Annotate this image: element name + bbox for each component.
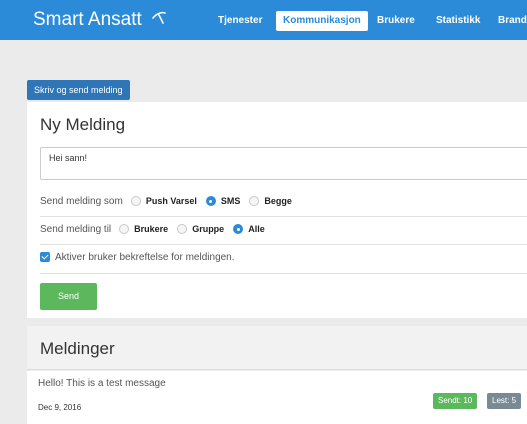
radio-circle-icon [177,224,188,234]
send-as-label: Send melding som [40,195,123,207]
radio-circle-icon [249,196,260,206]
divider [40,244,527,245]
send-to-row: Send melding til Brukere Gruppe Alle [40,221,274,237]
brand[interactable]: Smart Ansatt [33,9,167,31]
sent-count-badge: Sendt: 10 [433,393,478,409]
confirm-label: Aktiver bruker bekreftelse for meldingen… [55,251,235,263]
radio-gruppe[interactable]: Gruppe [177,224,224,234]
radio-circle-checked-icon [233,224,244,234]
nav-brukere[interactable]: Brukere [377,11,415,31]
nav-brandi[interactable]: Brandi [498,11,527,31]
send-to-label: Send melding til [40,223,112,235]
read-count-badge: Lest: 5 [487,393,522,409]
radio-label: Alle [248,224,265,234]
radio-circle-checked-icon [205,196,216,206]
radio-label: Begge [264,196,292,206]
compose-tab-button[interactable]: Skriv og send melding [27,80,130,100]
confirm-row[interactable]: Aktiver bruker bekreftelse for meldingen… [40,249,243,265]
brand-name: Smart Ansatt [33,9,142,30]
message-date: Dec 9, 2016 [38,403,82,412]
top-navbar: Smart Ansatt Tjenester Kommunikasjon Bru… [0,0,527,40]
radio-label: Brukere [134,224,169,234]
radio-begge[interactable]: Begge [249,196,292,206]
messages-panel-header: Meldinger [27,326,527,370]
divider [40,216,527,217]
telenor-logo-icon [152,11,166,24]
nav-statistikk[interactable]: Statistikk [436,11,480,31]
radio-label: Gruppe [192,224,225,234]
send-as-row: Send melding som Push Varsel SMS Begge [40,193,301,209]
radio-alle[interactable]: Alle [233,224,265,234]
radio-circle-icon [130,196,141,206]
radio-label: SMS [220,196,241,206]
confirm-checkbox-icon[interactable] [40,252,50,262]
message-textarea[interactable]: Hei sann! [40,147,527,180]
send-button[interactable]: Send [40,283,97,310]
message-text: Hello! This is a test message [38,378,166,389]
radio-circle-icon [119,224,130,234]
radio-push-varsel[interactable]: Push Varsel [130,196,197,206]
divider [40,273,527,274]
radio-sms[interactable]: SMS [205,196,241,206]
radio-brukere[interactable]: Brukere [119,224,168,234]
message-list-item[interactable]: Hello! This is a test message Dec 9, 201… [27,371,527,424]
messages-title: Meldinger [40,339,115,358]
compose-title: Ny Melding [40,115,126,134]
nav-tjenester[interactable]: Tjenester [218,11,262,31]
radio-label: Push Varsel [145,196,197,206]
nav-kommunikasjon[interactable]: Kommunikasjon [276,11,368,31]
compose-card: Ny Melding Hei sann! Send melding som Pu… [27,102,527,318]
